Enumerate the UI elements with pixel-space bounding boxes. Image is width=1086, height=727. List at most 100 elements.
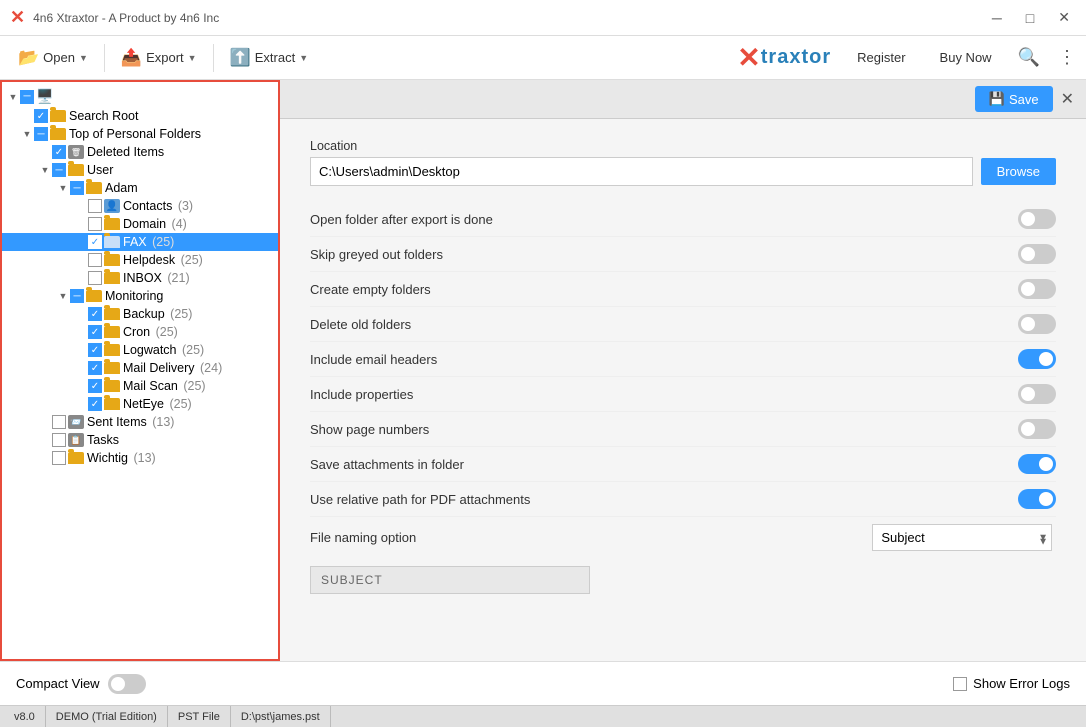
inbox-folder-icon [104,272,120,284]
neteye-folder-icon [104,398,120,410]
tree-item-sent-items[interactable]: 📨 Sent Items (13) [2,413,278,431]
file-naming-select[interactable]: Subject Date From To [872,524,1052,551]
option-toggle-2[interactable] [1018,279,1056,299]
top-personal-label: Top of Personal Folders [69,127,278,141]
maximize-button[interactable]: □ [1020,7,1040,28]
tree-item-search-root[interactable]: ✓ Search Root [2,107,278,125]
close-window-button[interactable]: ✕ [1052,7,1076,28]
location-input[interactable] [310,157,973,186]
option-label-7: Save attachments in folder [310,457,464,472]
more-options-button[interactable]: ⋮ [1058,47,1076,68]
tree-item-monitoring[interactable]: ▼ ─ Monitoring [2,287,278,305]
browse-button[interactable]: Browse [981,158,1056,185]
wichtig-checkbox[interactable] [52,451,66,465]
option-toggle-1[interactable] [1018,244,1056,264]
domain-checkbox[interactable] [88,217,102,231]
option-toggle-3[interactable] [1018,314,1056,334]
top-personal-toggle[interactable]: ▼ [20,129,34,139]
option-toggle-8[interactable] [1018,489,1056,509]
option-label-8: Use relative path for PDF attachments [310,492,530,507]
adam-toggle[interactable]: ▼ [56,183,70,193]
search-icon-button[interactable]: 🔍 [1018,47,1040,68]
mail-delivery-checkbox[interactable]: ✓ [88,361,102,375]
tree-item-logwatch[interactable]: ✓ Logwatch (25) [2,341,278,359]
tree-item-inbox[interactable]: INBOX (21) [2,269,278,287]
root-checkbox[interactable]: ─ [20,90,34,104]
tree-item-contacts[interactable]: 👤 Contacts (3) [2,197,278,215]
tasks-checkbox[interactable] [52,433,66,447]
option-label-2: Create empty folders [310,282,431,297]
option-toggle-6[interactable] [1018,419,1056,439]
monitoring-checkbox[interactable]: ─ [70,289,84,303]
cron-checkbox[interactable]: ✓ [88,325,102,339]
tree-item-deleted-items[interactable]: ✓ 🗑 Deleted Items [2,143,278,161]
option-label-6: Show page numbers [310,422,429,437]
tree-item-neteye[interactable]: ✓ NetEye (25) [2,395,278,413]
top-personal-folder-icon [50,128,66,140]
mail-scan-label: Mail Scan (25) [123,379,278,393]
domain-folder-icon [104,218,120,230]
show-errors-checkbox[interactable] [953,677,967,691]
tree-item-domain[interactable]: Domain (4) [2,215,278,233]
tree-item-tasks[interactable]: 📋 Tasks [2,431,278,449]
tree-item-adam[interactable]: ▼ ─ Adam [2,179,278,197]
logwatch-checkbox[interactable]: ✓ [88,343,102,357]
mail-scan-checkbox[interactable]: ✓ [88,379,102,393]
option-toggle-4[interactable] [1018,349,1056,369]
toolbar-separator-2 [213,44,214,72]
tree-item-fax[interactable]: ✓ FAX (25) [2,233,278,251]
subject-preview: SUBJECT [310,566,590,594]
tree-item-top-personal[interactable]: ▼ ─ Top of Personal Folders [2,125,278,143]
deleted-items-label: Deleted Items [87,145,278,159]
minimize-button[interactable]: ─ [986,7,1008,28]
extract-button[interactable]: ⬆️ Extract ▼ [222,43,317,73]
export-icon: 📤 [121,48,142,68]
user-toggle[interactable]: ▼ [38,165,52,175]
mail-delivery-label: Mail Delivery (24) [123,361,278,375]
neteye-label: NetEye (25) [123,397,278,411]
app-logo-x: ✕ [10,7,25,28]
sent-items-checkbox[interactable] [52,415,66,429]
contacts-checkbox[interactable] [88,199,102,213]
right-top-bar: 💾 Save ✕ [280,80,1086,119]
backup-checkbox[interactable]: ✓ [88,307,102,321]
status-edition: DEMO (Trial Edition) [46,706,168,727]
compact-view-toggle[interactable] [108,674,146,694]
close-panel-button[interactable]: ✕ [1061,89,1074,109]
register-button[interactable]: Register [849,46,913,69]
tree-item-mail-scan[interactable]: ✓ Mail Scan (25) [2,377,278,395]
deleted-items-checkbox[interactable]: ✓ [52,145,66,159]
domain-label: Domain (4) [123,217,278,231]
search-root-checkbox[interactable]: ✓ [34,109,48,123]
neteye-checkbox[interactable]: ✓ [88,397,102,411]
open-button[interactable]: 📂 Open ▼ [10,43,96,73]
export-button[interactable]: 📤 Export ▼ [113,43,205,73]
tree-root[interactable]: ▼ ─ 🖥️ [2,86,278,107]
title-bar: ✕ 4n6 Xtraxtor - A Product by 4n6 Inc ─ … [0,0,1086,36]
top-personal-checkbox[interactable]: ─ [34,127,48,141]
tree-item-user[interactable]: ▼ ─ User [2,161,278,179]
tree-item-cron[interactable]: ✓ Cron (25) [2,323,278,341]
tree-item-backup[interactable]: ✓ Backup (25) [2,305,278,323]
option-toggle-7[interactable] [1018,454,1056,474]
backup-label: Backup (25) [123,307,278,321]
save-button[interactable]: 💾 Save [975,86,1053,112]
root-toggle[interactable]: ▼ [6,92,20,102]
buynow-button[interactable]: Buy Now [932,46,1000,69]
tree-item-mail-delivery[interactable]: ✓ Mail Delivery (24) [2,359,278,377]
folder-tree: ▼ ─ 🖥️ ✓ Search Root ▼ ─ Top of Personal… [2,82,278,471]
export-label: Export [146,50,184,65]
helpdesk-checkbox[interactable] [88,253,102,267]
location-label: Location [310,139,1056,153]
tree-item-wichtig[interactable]: Wichtig (13) [2,449,278,467]
inbox-checkbox[interactable] [88,271,102,285]
tree-item-helpdesk[interactable]: Helpdesk (25) [2,251,278,269]
option-label-5: Include properties [310,387,413,402]
option-toggle-0[interactable] [1018,209,1056,229]
fax-checkbox[interactable]: ✓ [88,235,102,249]
monitoring-toggle[interactable]: ▼ [56,291,70,301]
user-checkbox[interactable]: ─ [52,163,66,177]
adam-checkbox[interactable]: ─ [70,181,84,195]
file-naming-label: File naming option [310,530,416,545]
option-toggle-5[interactable] [1018,384,1056,404]
